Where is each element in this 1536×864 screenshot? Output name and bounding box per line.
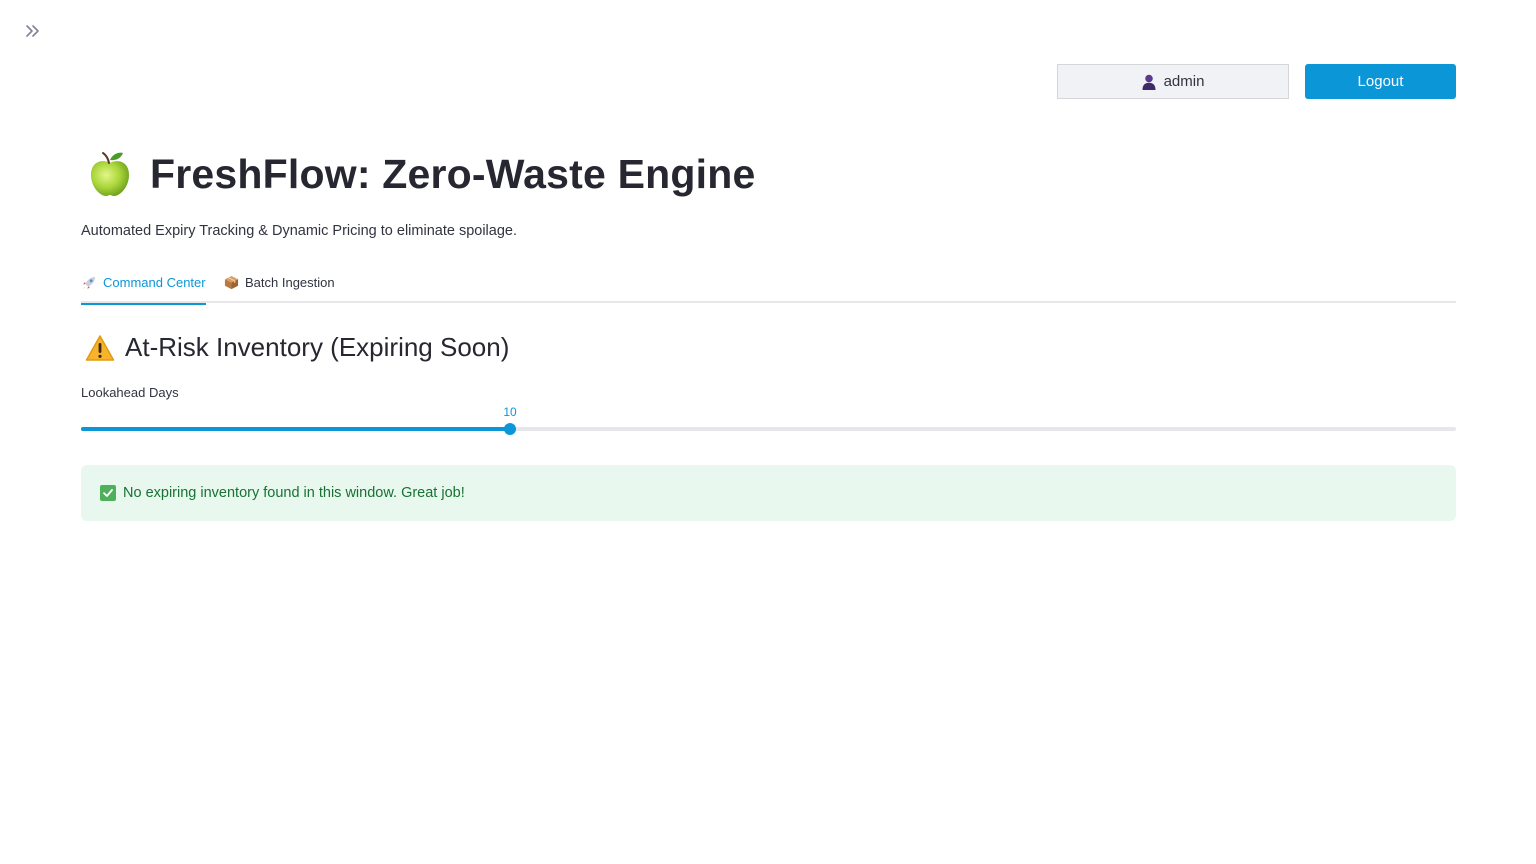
page-header: FreshFlow: Zero-Waste Engine bbox=[86, 150, 755, 198]
slider-label: Lookahead Days bbox=[81, 385, 179, 400]
lookahead-days-slider[interactable] bbox=[81, 423, 1456, 435]
rocket-icon bbox=[83, 276, 95, 289]
page-subtitle: Automated Expiry Tracking & Dynamic Pric… bbox=[81, 223, 517, 239]
check-icon bbox=[100, 485, 116, 501]
slider-value: 10 bbox=[503, 405, 517, 419]
section-header: At-Risk Inventory (Expiring Soon) bbox=[85, 332, 509, 363]
green-apple-icon bbox=[91, 152, 129, 196]
tab-label: Command Center bbox=[103, 275, 206, 290]
alert-message: No expiring inventory found in this wind… bbox=[123, 485, 465, 501]
tab-label: Batch Ingestion bbox=[245, 275, 335, 290]
success-alert: No expiring inventory found in this wind… bbox=[81, 465, 1456, 521]
app-page: admin Logout FreshFlow: Zero-Waste Engin… bbox=[0, 0, 1536, 864]
tab-batch-ingestion[interactable]: Batch Ingestion bbox=[224, 262, 335, 303]
slider-fill bbox=[81, 427, 510, 431]
warning-icon bbox=[85, 334, 115, 361]
slider-thumb[interactable] bbox=[504, 423, 516, 435]
user-icon bbox=[1142, 74, 1156, 90]
username-label: admin bbox=[1163, 73, 1205, 90]
double-chevron-right-icon bbox=[26, 25, 39, 37]
expand-sidebar-button[interactable] bbox=[22, 20, 44, 42]
user-badge: admin bbox=[1057, 64, 1289, 99]
package-icon bbox=[224, 275, 239, 290]
logout-button[interactable]: Logout bbox=[1305, 64, 1456, 99]
tab-command-center[interactable]: Command Center bbox=[81, 262, 206, 305]
page-title: FreshFlow: Zero-Waste Engine bbox=[150, 150, 756, 197]
tab-bar: Command Center Batch Ingestion bbox=[81, 262, 1456, 305]
section-title: At-Risk Inventory (Expiring Soon) bbox=[125, 332, 510, 362]
